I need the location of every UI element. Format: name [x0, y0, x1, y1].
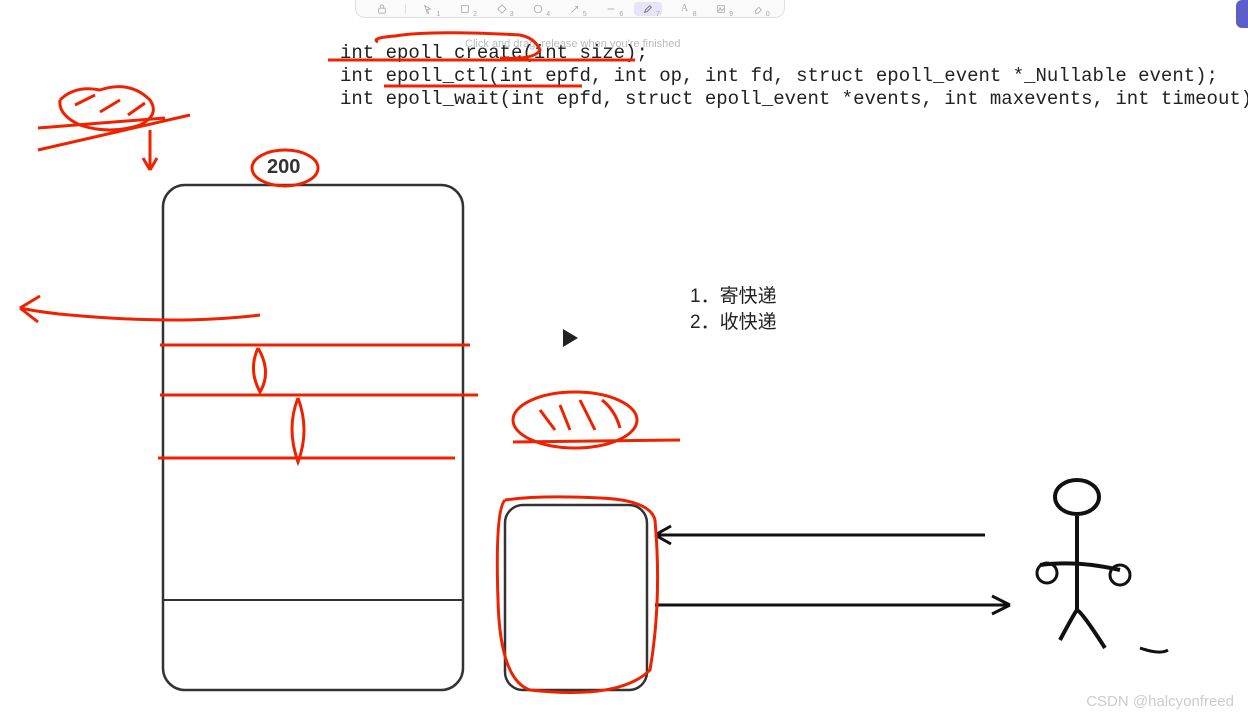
diamond-icon	[497, 4, 507, 14]
play-icon	[558, 326, 582, 350]
tool-sub-1: 1	[437, 11, 441, 18]
tool-rect[interactable]: 2	[451, 2, 479, 16]
tool-sub-3: 3	[510, 11, 514, 18]
circle-icon	[533, 4, 543, 14]
tab-handle[interactable]	[1236, 0, 1248, 28]
tool-sub-4: 4	[546, 11, 550, 18]
tool-sub-7: 7	[656, 11, 660, 18]
tool-line[interactable]: 6	[597, 2, 625, 16]
capacity-label: 200	[267, 156, 300, 179]
tool-text[interactable]: A 8	[670, 2, 698, 16]
code-line-3: int epoll_wait(int epfd, struct epoll_ev…	[340, 88, 1248, 110]
tool-circle[interactable]: 4	[524, 2, 552, 16]
pencil-icon	[643, 4, 653, 14]
pointer-icon	[423, 4, 433, 14]
play-button[interactable]	[558, 326, 582, 355]
tool-diamond[interactable]: 3	[488, 2, 516, 16]
tool-sub-5: 5	[583, 11, 587, 18]
tool-eraser[interactable]: 0	[744, 2, 772, 16]
code-line-1: int epoll_create(int size);	[340, 42, 648, 64]
tool-lock[interactable]	[368, 2, 396, 16]
tool-sub-0: 0	[766, 11, 770, 18]
tool-sub-2: 2	[473, 11, 477, 18]
code-line-2: int epoll_ctl(int epfd, int op, int fd, …	[340, 65, 1218, 87]
list-item-2: 2．收快递	[690, 310, 777, 336]
tool-pointer[interactable]: 1	[414, 2, 442, 16]
lock-icon	[377, 4, 387, 14]
toolbar-divider	[405, 4, 406, 14]
tool-sub-6: 6	[619, 11, 623, 18]
rect-icon	[460, 4, 470, 14]
tool-image[interactable]: 9	[707, 2, 735, 16]
list-item-1: 1．寄快递	[690, 284, 777, 310]
tool-sub-8: 8	[693, 11, 697, 18]
text-icon: A	[681, 3, 688, 14]
steps-list: 1．寄快递 2．收快递	[690, 284, 777, 336]
drawing-toolbar: 1 2 3 4 5 6 7 A 8 9 0	[355, 0, 785, 18]
tool-sub-9: 9	[729, 11, 733, 18]
line-icon	[606, 4, 616, 14]
code-snippet: int epoll_create(int size); int epoll_ct…	[340, 42, 1248, 111]
arrow-icon	[570, 4, 580, 14]
image-icon	[716, 4, 726, 14]
eraser-icon	[753, 4, 763, 14]
watermark: CSDN @halcyonfreed	[1086, 693, 1234, 710]
tool-pencil[interactable]: 7	[634, 2, 662, 16]
tool-arrow[interactable]: 5	[561, 2, 589, 16]
